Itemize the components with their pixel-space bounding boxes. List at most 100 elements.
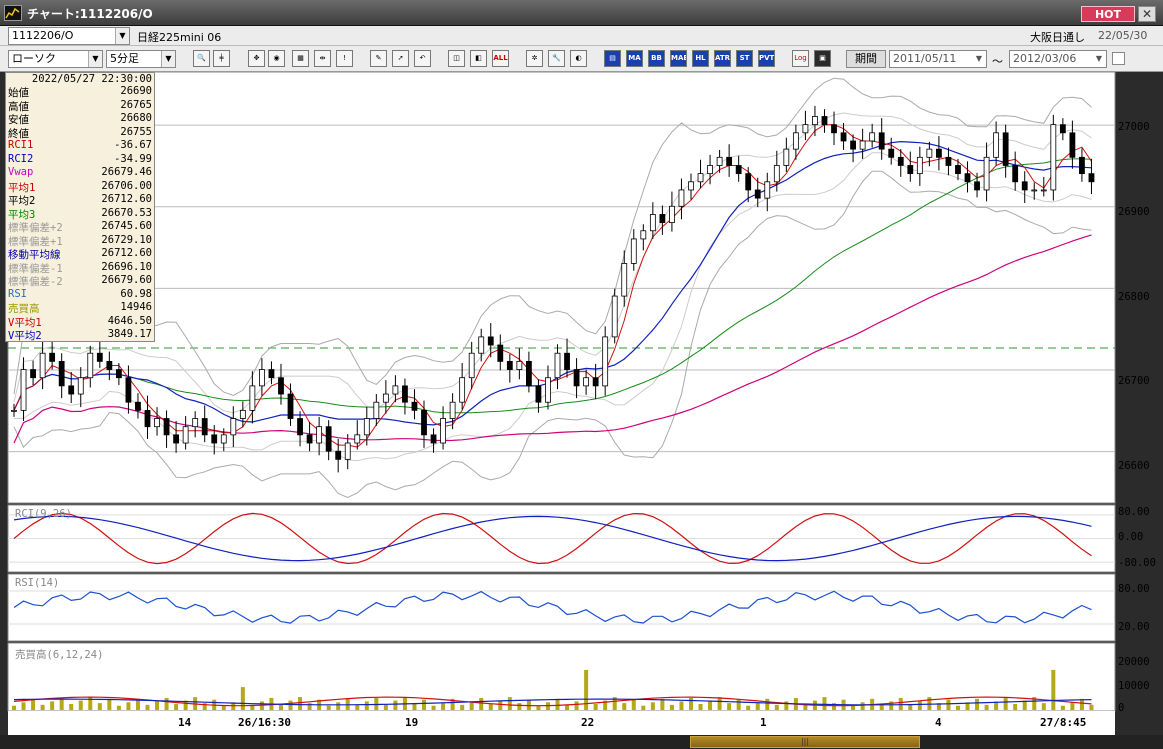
date-to-field[interactable]: 2012/03/06 ▼ <box>1009 50 1107 68</box>
rsi-panel-label: RSI(14) <box>15 577 60 589</box>
info-row-value: 3849.17 <box>107 328 152 340</box>
chevron-down-icon[interactable]: ▼ <box>115 28 129 44</box>
volume-bar <box>536 705 541 710</box>
info-row-value: 26679.60 <box>101 274 152 286</box>
hl-button[interactable]: HL <box>692 50 709 67</box>
candle-body <box>564 352 570 370</box>
settings-icon[interactable]: ✲ <box>526 50 543 67</box>
period-checkbox[interactable] <box>1112 52 1125 65</box>
volume-bar <box>1003 697 1008 710</box>
pencil-icon[interactable]: ✎ <box>370 50 387 67</box>
chart-type-value: ローソク <box>12 52 56 65</box>
volume-bar <box>240 687 245 710</box>
st-button[interactable]: ST <box>736 50 753 67</box>
grid-icon[interactable]: ▦ <box>292 50 309 67</box>
symbol-code: 1112206/O <box>12 29 74 42</box>
wrench-icon[interactable]: 🔧 <box>548 50 565 67</box>
candle-body <box>154 418 160 428</box>
close-button[interactable]: ✕ <box>1138 6 1156 22</box>
info-row: 平均2 26712.60 <box>8 193 152 207</box>
candle-body <box>306 434 313 444</box>
bb-button[interactable]: BB <box>648 50 665 67</box>
candle-body <box>907 165 914 175</box>
info-row: RSI 60.98 <box>8 288 152 301</box>
rci-tick: 80.00 <box>1118 506 1150 518</box>
info-row: 移動平均線 26712.60 <box>8 247 152 261</box>
indicator-icon[interactable]: ▤ <box>604 50 621 67</box>
candle-body <box>754 189 761 199</box>
info-panel: 2022/05/27 22:30:00 始値 26690 高値 26765 安値 2668… <box>5 72 155 342</box>
candle-remove-icon[interactable]: ◧ <box>470 50 487 67</box>
candle-body <box>983 156 990 191</box>
rci-panel-label: RCI(9,26) <box>15 508 72 520</box>
zoom-icon[interactable]: 🔍 <box>193 50 210 67</box>
window-title: チャート:1112206/O <box>27 7 153 21</box>
candle-body <box>77 377 84 395</box>
candle-body <box>936 148 942 158</box>
pvt-button[interactable]: PVT <box>758 50 775 67</box>
volume-bar <box>393 700 398 710</box>
candle-body <box>497 344 504 362</box>
cursor-icon[interactable]: ✥ <box>248 50 265 67</box>
volume-bar <box>479 697 484 710</box>
rsi-tick: 80.00 <box>1118 583 1150 595</box>
ma-button[interactable]: MA <box>626 50 643 67</box>
chevron-down-icon[interactable]: ▼ <box>161 51 175 67</box>
volume-bar <box>765 698 770 710</box>
chevron-down-icon[interactable]: ▼ <box>88 51 102 67</box>
info-icon[interactable]: ! <box>336 50 353 67</box>
log-button[interactable]: Log <box>792 50 809 67</box>
info-row-value: 26690 <box>120 85 152 97</box>
candle-body <box>58 360 65 387</box>
color-icon[interactable]: ◐ <box>570 50 587 67</box>
candle-body <box>964 173 971 183</box>
candle-body <box>897 156 904 166</box>
volume-bar <box>746 705 751 710</box>
crosshair-icon[interactable]: ╪ <box>213 50 230 67</box>
volume-bar <box>898 697 903 710</box>
all-button[interactable]: ALL <box>492 50 509 67</box>
undo-icon[interactable]: ↶ <box>414 50 431 67</box>
x-tick: 14 <box>178 716 192 729</box>
calendar-dropdown-icon[interactable]: ▼ <box>972 51 986 67</box>
info-row: 高値 26765 <box>8 99 152 113</box>
magnify-icon[interactable]: ◉ <box>268 50 285 67</box>
candle-body <box>421 409 427 436</box>
volume-bar <box>736 699 741 710</box>
period-button[interactable]: 期間 <box>846 50 886 68</box>
candle-body <box>669 205 675 224</box>
calendar-dropdown-icon[interactable]: ▼ <box>1092 51 1106 67</box>
hot-button[interactable]: HOT <box>1081 6 1135 22</box>
range-separator: 〜 <box>992 55 1003 68</box>
candle-body <box>955 165 961 175</box>
chart-type-select[interactable]: ローソク ▼ <box>8 50 103 68</box>
timeframe-select[interactable]: 5分足 ▼ <box>106 50 176 68</box>
candle-body <box>850 140 856 150</box>
atr-button[interactable]: ATR <box>714 50 731 67</box>
scrollbar-thumb[interactable]: ||| <box>690 736 920 748</box>
symbol-combo[interactable]: 1112206/O ▼ <box>8 27 130 45</box>
candle-body <box>344 442 351 460</box>
info-row-value: 26755 <box>120 125 152 138</box>
candle-body <box>678 189 685 207</box>
candle-body <box>1002 132 1009 166</box>
mae-button[interactable]: MAE <box>670 50 687 67</box>
screen-icon[interactable]: ▣ <box>814 50 831 67</box>
info-row-value: 26745.60 <box>101 220 152 232</box>
x-tick: 4 <box>935 716 942 729</box>
price-tick: 26900 <box>1118 206 1150 218</box>
info-row-label: Vwap <box>8 166 34 178</box>
volume-bar <box>526 699 531 710</box>
chart-area[interactable] <box>0 72 1163 749</box>
info-row: Vwap 26679.46 <box>8 166 152 179</box>
candle-body <box>144 409 151 428</box>
date-from-field[interactable]: 2011/05/11 ▼ <box>889 50 987 68</box>
select-arrow-icon[interactable]: ➚ <box>392 50 409 67</box>
volume-bar <box>355 704 360 710</box>
info-row-value: 60.98 <box>120 287 152 300</box>
candle-body <box>220 434 227 444</box>
candle-body <box>230 418 237 436</box>
split-icon[interactable]: ⇹ <box>314 50 331 67</box>
horizontal-scrollbar[interactable] <box>0 735 1163 749</box>
candle-add-icon[interactable]: ◫ <box>448 50 465 67</box>
